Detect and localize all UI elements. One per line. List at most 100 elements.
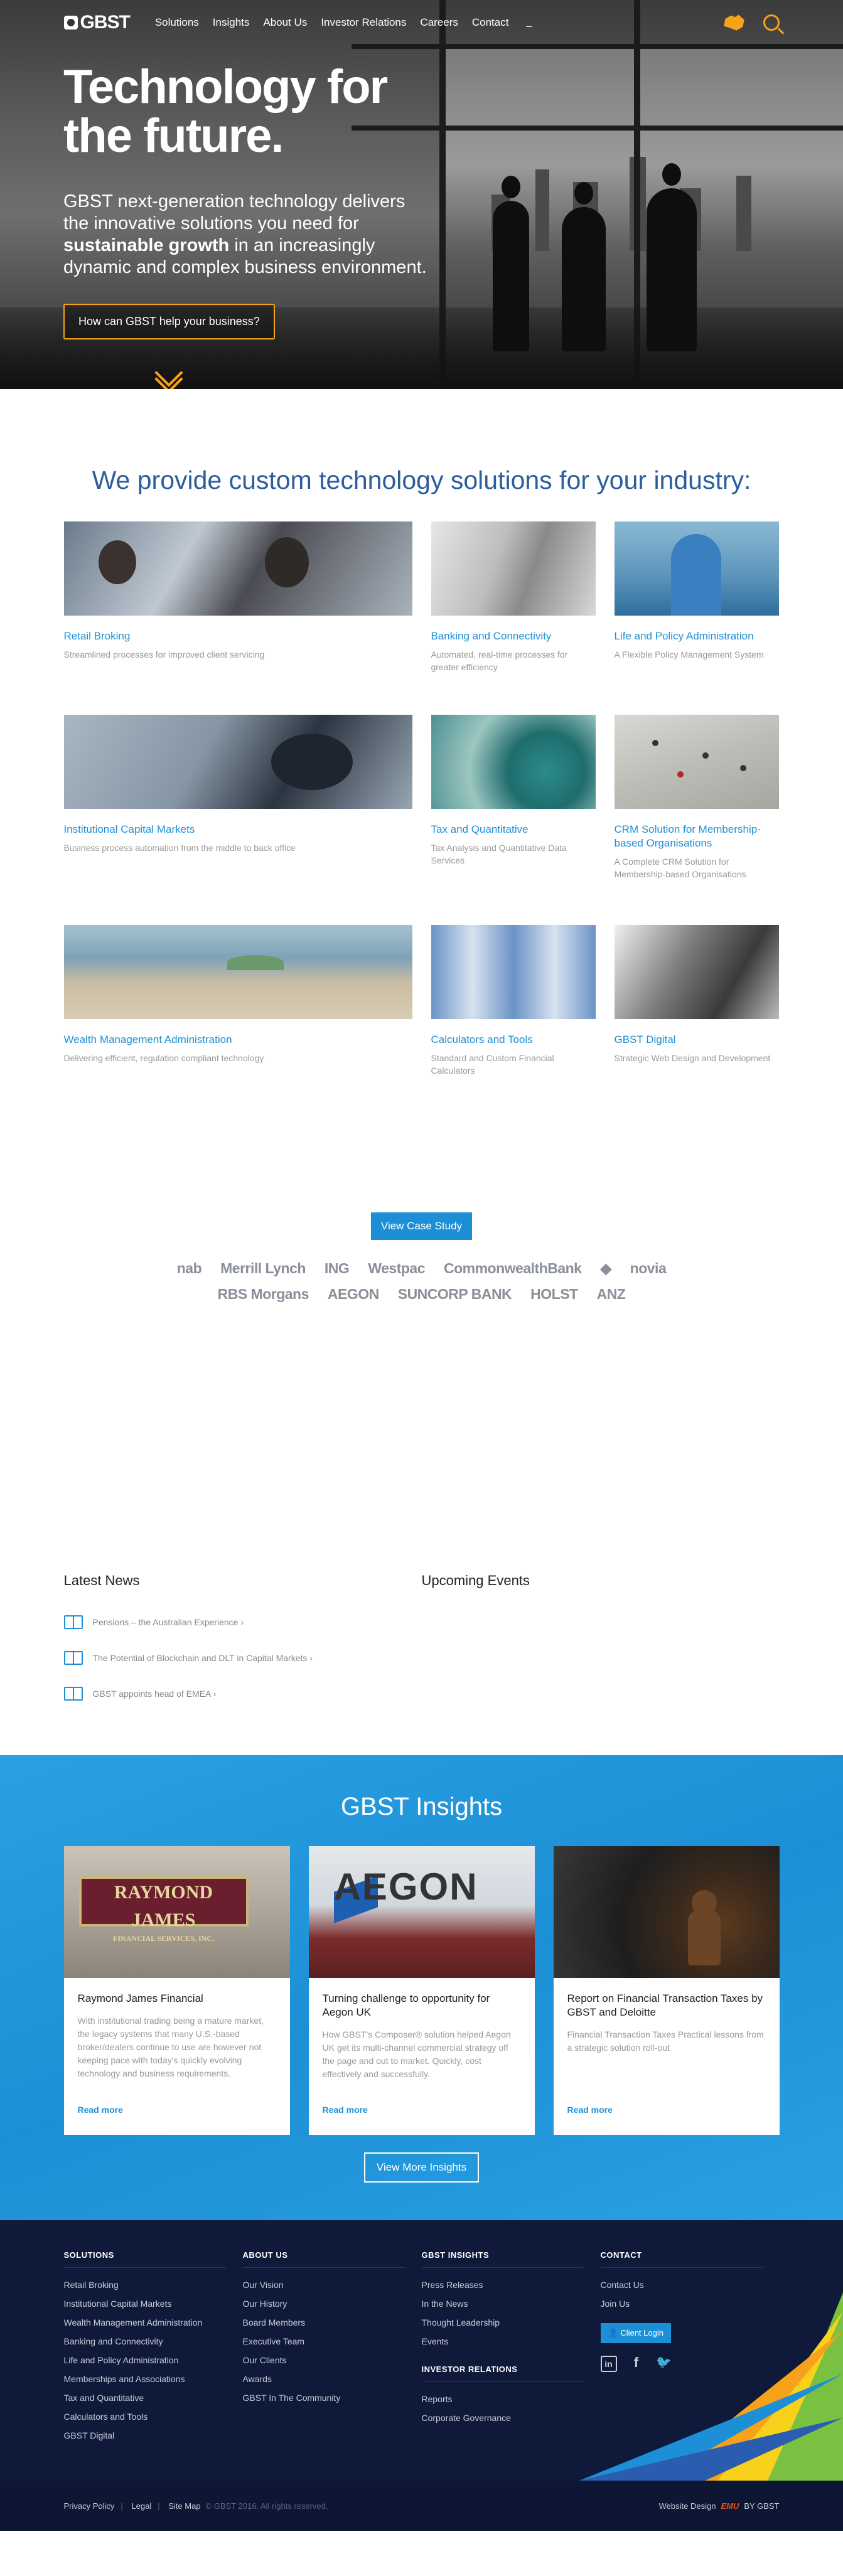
gbst-logo[interactable]: GBST (63, 12, 131, 33)
footer-link[interactable]: Press Releases (422, 2275, 601, 2294)
footer-link[interactable]: Life and Policy Administration (64, 2351, 243, 2370)
industry-title[interactable]: Life and Policy Administration (615, 629, 779, 643)
footer-link[interactable]: Awards (243, 2370, 422, 2388)
footer-solutions: SOLUTIONS Retail Broking Institutional C… (63, 2250, 243, 2445)
industry-card-life-policy[interactable]: Life and Policy Administration A Flexibl… (614, 521, 779, 702)
industry-title[interactable]: Retail Broking (64, 629, 412, 643)
design-credit[interactable]: Website Design EMU BY GBST (659, 2501, 780, 2511)
footer-link[interactable]: Calculators and Tools (64, 2407, 243, 2426)
linkedin-icon[interactable]: in (600, 2356, 617, 2372)
industry-card-digital[interactable]: GBST Digital Strategic Web Design and De… (614, 925, 779, 1077)
industry-card-tax[interactable]: Tax and Quantitative Tax Analysis and Qu… (431, 715, 596, 912)
client-logo-ing: ING (324, 1260, 350, 1276)
footer-link[interactable]: GBST In The Community (243, 2388, 422, 2407)
read-more-link[interactable]: Read more (323, 2105, 368, 2115)
footer-link[interactable]: Memberships and Associations (64, 2370, 243, 2388)
footer-link[interactable]: Our Clients (243, 2351, 422, 2370)
industry-desc: Standard and Custom Financial Calculator… (431, 1053, 554, 1076)
insight-card-raymond-james[interactable]: RAYMOND JAMES FINANCIAL SERVICES, INC. Ra… (63, 1846, 290, 2135)
digital-image (614, 925, 779, 1019)
footer-link[interactable]: Wealth Management Administration (64, 2313, 243, 2332)
footer-link[interactable]: In the News (422, 2294, 601, 2313)
australia-map-icon[interactable] (724, 14, 744, 31)
footer-link[interactable]: Board Members (243, 2313, 422, 2332)
footer-link[interactable]: Events (422, 2332, 601, 2351)
nav-extra: _ (526, 17, 532, 28)
view-more-insights-button[interactable]: View More Insights (363, 2152, 480, 2183)
nav-careers[interactable]: Careers (420, 16, 458, 29)
industry-card-crm[interactable]: CRM Solution for Membership-based Organi… (614, 715, 779, 912)
footer-link[interactable]: Thought Leadership (422, 2313, 601, 2332)
client-login-button[interactable]: 👤 Client Login (600, 2323, 671, 2343)
site-map-link[interactable]: Site Map (168, 2501, 200, 2511)
footer-link[interactable]: Our History (243, 2294, 422, 2313)
footer-heading: CONTACT (600, 2250, 763, 2268)
industry-title[interactable]: Banking and Connectivity (431, 629, 596, 643)
footer-link[interactable]: Banking and Connectivity (64, 2332, 243, 2351)
footer-link[interactable]: Tax and Quantitative (64, 2388, 243, 2407)
industry-title[interactable]: Tax and Quantitative (431, 823, 596, 836)
industry-title[interactable]: CRM Solution for Membership-based Organi… (615, 823, 779, 850)
industry-desc: Strategic Web Design and Development (614, 1053, 771, 1063)
hero: GBST Solutions Insights About Us Investo… (0, 0, 843, 389)
raymond-james-image: RAYMOND JAMES FINANCIAL SERVICES, INC. (63, 1846, 290, 1978)
news-item[interactable]: The Potential of Blockchain and DLT in C… (63, 1651, 422, 1665)
news-item[interactable]: GBST appoints head of EMEA › (63, 1687, 422, 1701)
insight-card-aegon[interactable]: AEGON Turning challenge to opportunity f… (308, 1846, 535, 2135)
hero-title: Technology for the future. (63, 60, 388, 163)
twitter-icon[interactable]: 🐦 (656, 2356, 672, 2372)
view-case-study-button[interactable]: View Case Study (370, 1212, 473, 1240)
industry-desc: Automated, real-time processes for great… (431, 649, 568, 672)
search-icon[interactable] (763, 14, 780, 31)
footer-heading: INVESTOR RELATIONS (421, 2365, 584, 2382)
footer-link[interactable]: Institutional Capital Markets (64, 2294, 243, 2313)
insight-card-ftt[interactable]: Report on Financial Transaction Taxes by… (553, 1846, 780, 2135)
privacy-policy-link[interactable]: Privacy Policy (64, 2501, 115, 2511)
client-logos: nab Merrill Lynch ING Westpac Commonweal… (152, 1260, 692, 1303)
client-logo-aegon: AEGON (327, 1286, 379, 1302)
footer-link[interactable]: Contact Us (601, 2275, 780, 2294)
facebook-icon[interactable]: f (628, 2356, 645, 2372)
industry-desc: Streamlined processes for improved clien… (63, 649, 265, 660)
footer-link[interactable]: Join Us (601, 2294, 780, 2313)
nav-insights[interactable]: Insights (213, 16, 250, 29)
insight-title[interactable]: Report on Financial Transaction Taxes by… (567, 1992, 766, 2019)
insight-title[interactable]: Turning challenge to opportunity for Aeg… (323, 1992, 521, 2019)
footer-link[interactable]: GBST Digital (64, 2426, 243, 2445)
footer-link[interactable]: Our Vision (243, 2275, 422, 2294)
industry-desc: Business process automation from the mid… (63, 843, 296, 853)
nav-about-us[interactable]: About Us (263, 16, 307, 29)
industry-title[interactable]: GBST Digital (615, 1033, 779, 1047)
industry-card-retail-broking[interactable]: Retail Broking Streamlined processes for… (63, 521, 412, 702)
footer-heading: SOLUTIONS (63, 2250, 226, 2268)
scroll-down-chevron-icon[interactable] (155, 374, 180, 389)
footer-link[interactable]: Executive Team (243, 2332, 422, 2351)
industry-title[interactable]: Calculators and Tools (431, 1033, 596, 1047)
footer-link[interactable]: Corporate Governance (422, 2408, 601, 2427)
industries-section: We provide custom technology solutions f… (0, 389, 843, 1303)
case-study-block: View Case Study nab Merrill Lynch ING We… (64, 1212, 780, 1303)
read-more-link[interactable]: Read more (78, 2105, 123, 2115)
read-more-link[interactable]: Read more (567, 2105, 613, 2115)
nav-investor-relations[interactable]: Investor Relations (321, 16, 406, 29)
insight-title[interactable]: Raymond James Financial (78, 1992, 276, 2006)
industry-card-banking[interactable]: Banking and Connectivity Automated, real… (431, 521, 596, 702)
industry-card-institutional[interactable]: Institutional Capital Markets Business p… (63, 715, 412, 912)
industry-card-wealth[interactable]: Wealth Management Administration Deliver… (63, 925, 412, 1077)
industry-card-calculators[interactable]: Calculators and Tools Standard and Custo… (431, 925, 596, 1077)
upcoming-events: Upcoming Events (422, 1573, 780, 1723)
person-silhouette (493, 176, 529, 351)
footer-link[interactable]: Reports (422, 2390, 601, 2408)
footer-about: ABOUT US Our Vision Our History Board Me… (242, 2250, 422, 2445)
footer-link[interactable]: Retail Broking (64, 2275, 243, 2294)
nav-solutions[interactable]: Solutions (155, 16, 199, 29)
institutional-image (63, 715, 412, 809)
industry-title[interactable]: Wealth Management Administration (64, 1033, 412, 1047)
insights-section: GBST Insights RAYMOND JAMES FINANCIAL SER… (0, 1755, 843, 2220)
legal-link[interactable]: Legal (131, 2501, 151, 2511)
gbst-logo-text: GBST (80, 12, 131, 33)
nav-contact[interactable]: Contact (472, 16, 509, 29)
news-item[interactable]: Pensions – the Australian Experience › (63, 1615, 422, 1629)
hero-cta-button[interactable]: How can GBST help your business? (63, 304, 275, 339)
industry-title[interactable]: Institutional Capital Markets (64, 823, 412, 836)
